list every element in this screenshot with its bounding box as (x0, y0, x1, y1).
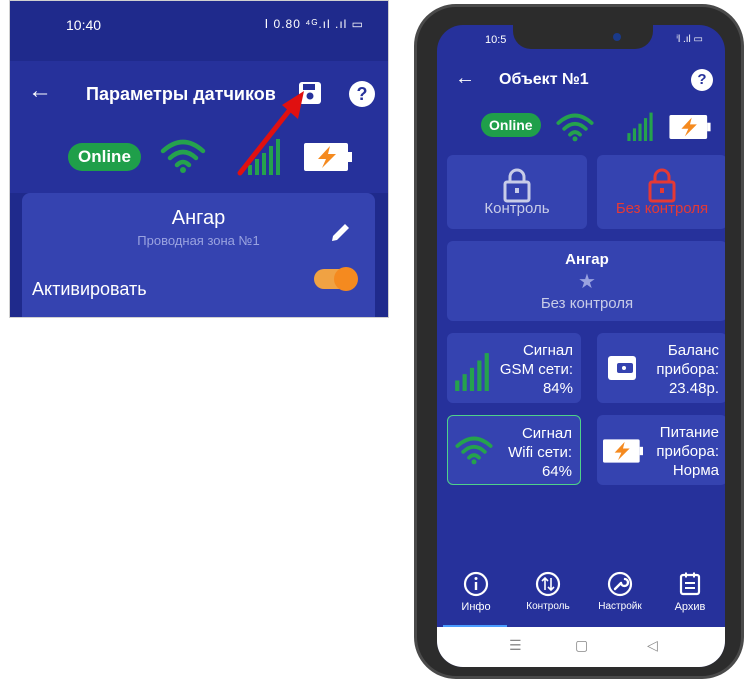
wrench-icon (607, 571, 633, 597)
battery-charging-icon (603, 439, 643, 463)
signal-bars-icon (455, 353, 489, 391)
nav-archive[interactable]: Архив (655, 571, 725, 613)
wifi-icon (160, 139, 206, 173)
wifi-label-2: Wifi сети: (508, 444, 572, 461)
sensor-zone: Проводная зона №1 (137, 233, 260, 248)
recents-icon[interactable]: ☰ (509, 637, 522, 654)
wifi-text: Сигнал Wifi сети: 64% (508, 424, 572, 481)
page-title: Объект №1 (499, 71, 589, 88)
sensor-name: Ангар (171, 207, 226, 229)
gsm-label-1: Сигнал (522, 342, 573, 359)
gsm-value: 84% (542, 380, 573, 397)
sensor-settings-screenshot: 10:40 ⵏ 0.80 ⁴ᴳ.ıl .ıl ▭ ← Параметры дат… (9, 0, 389, 318)
battery-charging-icon (304, 143, 352, 171)
back-arrow-icon[interactable]: ← (28, 79, 52, 103)
lock-closed-icon (503, 168, 531, 203)
online-badge: Online (481, 113, 541, 137)
help-button[interactable]: ? (349, 81, 375, 107)
balance-label-2: прибора: (656, 361, 719, 378)
battery-charging-icon (669, 115, 711, 139)
control-button[interactable]: Контроль (447, 155, 587, 229)
no-control-button[interactable]: Без контроля (597, 155, 725, 229)
lock-open-icon (648, 168, 676, 203)
status-time: 10:5 (485, 34, 507, 46)
online-badge: Online (68, 143, 141, 171)
wifi-icon (556, 113, 594, 142)
balance-label-1: Баланс (667, 342, 719, 359)
gsm-text: Сигнал GSM сети: 84% (500, 341, 573, 398)
phone-frame: 10:5 ⁱl .ıl ▭ ← Объект №1 ? Online Контр… (414, 4, 744, 679)
nav-info[interactable]: Инфо (441, 571, 511, 613)
balance-value: 23.48р. (668, 380, 719, 397)
activate-toggle[interactable] (314, 267, 358, 291)
no-control-label: Без контроля (615, 200, 709, 217)
status-time: 10:40 (66, 17, 102, 33)
zone-status: Без контроля (540, 295, 634, 312)
balance-tile: Баланс прибора: 23.48р. (597, 333, 725, 403)
control-icon (535, 571, 561, 597)
camera-notch (513, 25, 653, 49)
wifi-signal-tile: Сигнал Wifi сети: 64% (447, 415, 581, 485)
archive-icon (679, 572, 701, 596)
connection-status-row: Online (10, 121, 388, 193)
power-text: Питание прибора: Норма (656, 423, 719, 480)
status-bar: 10:40 ⵏ 0.80 ⁴ᴳ.ıl .ıl ▭ (10, 1, 388, 61)
info-icon (463, 571, 489, 597)
status-icons: ⵏ 0.80 ⁴ᴳ.ıl .ıl ▭ (264, 17, 364, 31)
help-button[interactable]: ? (691, 69, 713, 91)
wallet-icon (608, 356, 636, 380)
nav-archive-label: Архив (674, 601, 706, 613)
nav-control-label: Контроль (526, 601, 570, 612)
nav-control[interactable]: Контроль (513, 571, 583, 612)
zone-name: Ангар (565, 251, 609, 268)
nav-info-label: Инфо (461, 601, 491, 613)
nav-settings[interactable]: Настройк (585, 571, 655, 612)
power-label-1: Питание (659, 424, 719, 441)
status-icons: ⁱl .ıl ▭ (676, 34, 703, 45)
wifi-icon (455, 436, 493, 465)
activate-label: Активировать (32, 279, 147, 299)
system-navigation-bar: ☰ ▢ ◁ (437, 627, 725, 667)
zone-tile[interactable]: Ангар ★ Без контроля (447, 241, 725, 321)
power-tile: Питание прибора: Норма (597, 415, 725, 485)
home-icon[interactable]: ▢ (575, 637, 588, 654)
wifi-label-1: Сигнал (521, 425, 572, 442)
signal-bars-icon (627, 112, 653, 141)
back-arrow-icon[interactable]: ← (455, 67, 475, 90)
nav-settings-label: Настройк (598, 601, 642, 612)
back-nav-icon[interactable]: ◁ (647, 637, 658, 654)
annotation-arrow (237, 91, 304, 176)
power-label-2: прибора: (656, 443, 719, 460)
gsm-signal-tile: Сигнал GSM сети: 84% (447, 333, 581, 403)
bottom-navigation: Инфо Контроль Настройк Архив (437, 565, 725, 627)
power-value: Норма (672, 462, 719, 479)
wifi-value: 64% (541, 463, 572, 480)
balance-text: Баланс прибора: 23.48р. (656, 341, 719, 398)
control-label: Контроль (484, 200, 550, 217)
gsm-label-2: GSM сети: (499, 361, 573, 378)
pencil-icon[interactable] (330, 221, 352, 243)
phone-screen: 10:5 ⁱl .ıl ▭ ← Объект №1 ? Online Контр… (437, 25, 725, 667)
app-bar: ← Параметры датчиков ? (10, 61, 388, 121)
sensor-card: Ангар Проводная зона №1 Активировать (22, 193, 375, 317)
star-icon: ★ (578, 271, 596, 293)
